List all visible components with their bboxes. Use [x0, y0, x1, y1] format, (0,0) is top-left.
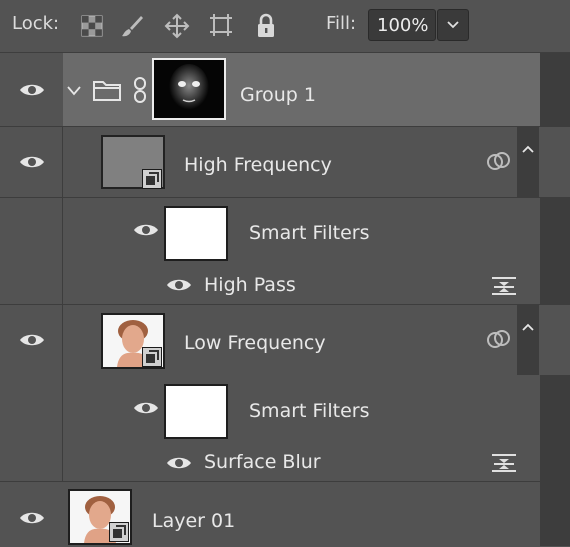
filter-blending-options-icon[interactable] — [490, 275, 518, 297]
scroll-track — [540, 53, 570, 126]
scroll-track — [540, 482, 570, 546]
smart-filters-row-high[interactable]: Smart Filters — [0, 197, 570, 265]
smart-object-icon — [142, 169, 162, 189]
mask-link-chain-icon[interactable] — [133, 76, 147, 108]
filter-blending-options-icon[interactable] — [490, 452, 518, 474]
fill-input[interactable]: 100% — [368, 9, 436, 41]
layer-row-high-frequency[interactable]: High Frequency — [0, 127, 570, 198]
chevron-down-icon — [447, 21, 459, 29]
visibility-eye-icon[interactable] — [166, 455, 192, 471]
smart-object-icon — [109, 522, 129, 542]
visibility-eye-icon[interactable] — [133, 400, 159, 416]
smart-filters-label[interactable]: Smart Filters — [249, 400, 369, 422]
layer-name[interactable]: High Frequency — [184, 154, 332, 176]
lock-image-pixels-brush-icon[interactable] — [118, 12, 146, 40]
blend-clipping-circles-icon[interactable] — [486, 328, 512, 354]
fill-label: Fill: — [326, 13, 357, 34]
layer-row-low-frequency[interactable]: Low Frequency — [0, 305, 570, 375]
lock-all-padlock-icon[interactable] — [252, 12, 280, 40]
fill-dropdown-button[interactable] — [437, 9, 469, 41]
scroll-track — [540, 443, 570, 481]
chevron-up-icon — [522, 323, 534, 331]
visibility-eye-icon[interactable] — [19, 510, 45, 526]
blend-clipping-circles-icon[interactable] — [486, 150, 512, 176]
scroll-track — [540, 265, 570, 304]
smart-filters-label[interactable]: Smart Filters — [249, 222, 369, 244]
chevron-up-icon — [522, 145, 534, 153]
filter-name[interactable]: High Pass — [204, 274, 296, 296]
layer-name[interactable]: Layer 01 — [152, 510, 235, 532]
layer-name[interactable]: Group 1 — [240, 84, 316, 106]
smart-filter-mask-thumbnail[interactable] — [164, 206, 228, 261]
filter-row-surface-blur[interactable]: Surface Blur — [0, 443, 570, 482]
layer-row-group-1[interactable]: Group 1 — [0, 53, 570, 127]
visibility-eye-icon[interactable] — [166, 277, 192, 293]
group-mask-thumbnail[interactable] — [152, 58, 226, 120]
visibility-column — [0, 375, 63, 443]
visibility-eye-icon[interactable] — [19, 82, 45, 98]
visibility-eye-icon[interactable] — [19, 154, 45, 170]
prevent-auto-nesting-artboard-icon[interactable] — [207, 11, 235, 39]
fill-value: 100% — [377, 15, 429, 36]
lock-position-move-icon[interactable] — [163, 12, 191, 40]
layer-row-layer-01[interactable]: Layer 01 — [0, 482, 570, 546]
visibility-column — [0, 265, 63, 304]
smart-filter-mask-thumbnail[interactable] — [164, 384, 228, 439]
visibility-column — [0, 443, 63, 481]
lock-toolbar: Lock: Fill: 100% — [0, 0, 570, 53]
smart-object-icon — [142, 347, 162, 367]
collapse-effects-button[interactable] — [517, 127, 539, 197]
scroll-track — [540, 197, 570, 265]
scroll-track — [540, 375, 570, 443]
folder-icon — [92, 78, 122, 106]
lock-transparent-pixels-icon[interactable] — [78, 12, 106, 40]
visibility-eye-icon[interactable] — [19, 332, 45, 348]
filter-row-high-pass[interactable]: High Pass — [0, 265, 570, 305]
visibility-column — [0, 197, 63, 265]
filter-name[interactable]: Surface Blur — [204, 451, 321, 473]
lock-label: Lock: — [12, 13, 60, 34]
visibility-eye-icon[interactable] — [133, 222, 159, 238]
collapse-effects-button[interactable] — [517, 305, 539, 375]
chevron-down-icon[interactable] — [67, 81, 81, 100]
layer-name[interactable]: Low Frequency — [184, 332, 326, 354]
smart-filters-row-low[interactable]: Smart Filters — [0, 375, 570, 443]
